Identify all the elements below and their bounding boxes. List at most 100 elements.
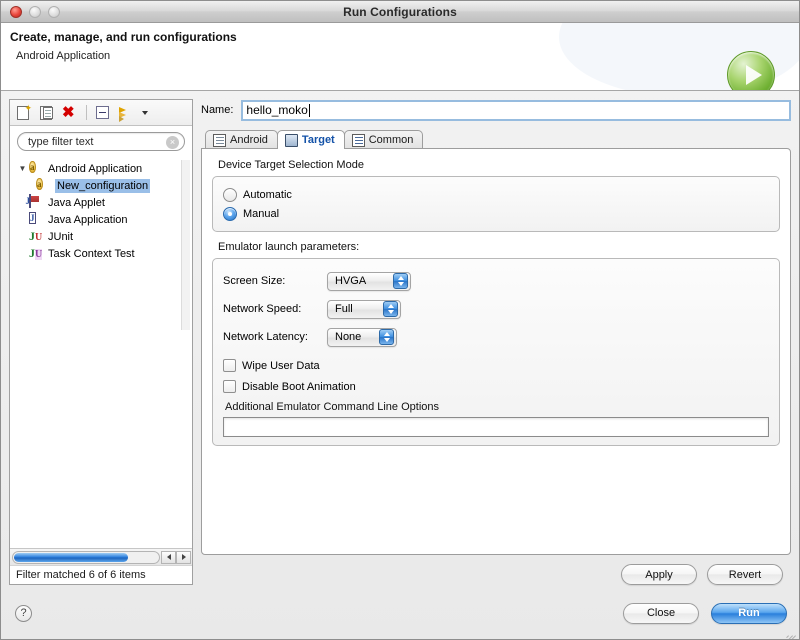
window-controls (10, 5, 60, 18)
clear-search-icon[interactable]: × (166, 136, 179, 149)
stepper-icon[interactable] (379, 329, 394, 345)
run-configurations-dialog: Run Configurations Create, manage, and r… (0, 0, 800, 640)
tree-item-new-configuration[interactable]: a New_configuration (14, 177, 192, 194)
android-tab-icon (213, 133, 226, 147)
tree-item-label: New_configuration (55, 178, 151, 193)
filter-configurations-icon[interactable] (118, 105, 134, 122)
scrollbar-thumb[interactable] (14, 552, 128, 562)
tree-item-label: Java Application (48, 213, 128, 226)
close-window-button[interactable] (10, 5, 22, 18)
tree-item-android-application[interactable]: ▼ a Android Application (14, 160, 192, 177)
screen-size-select[interactable]: HVGA (327, 271, 411, 291)
tree-horizontal-scrollbar[interactable] (10, 548, 192, 565)
apply-button[interactable]: Apply (621, 564, 697, 585)
stepper-icon[interactable] (383, 301, 398, 317)
name-input-value: hello_moko (246, 103, 308, 117)
radio-manual[interactable]: Manual (223, 204, 769, 223)
tree-item-label: JUnit (48, 230, 74, 243)
footer-buttons: Close Run (623, 602, 787, 624)
network-latency-value: None (335, 331, 362, 343)
delete-configuration-icon[interactable]: ✖ (62, 105, 78, 121)
param-screen-size: Screen Size: HVGA (223, 267, 769, 295)
tab-bar: Android Target Common (201, 130, 791, 149)
filter-status-text: Filter matched 6 of 6 items (10, 565, 192, 584)
tab-android[interactable]: Android (205, 130, 278, 149)
expand-twisty-icon[interactable]: ▼ (16, 164, 29, 173)
tab-target[interactable]: Target (276, 130, 345, 149)
network-speed-select[interactable]: Full (327, 299, 401, 319)
configuration-editor: Name: hello_moko Android Target Common D… (201, 99, 791, 585)
checkbox-wipe-user-data[interactable]: Wipe User Data (223, 355, 769, 376)
screen-size-value: HVGA (335, 275, 367, 287)
tree-item-task-context-test[interactable]: JU Task Context Test (14, 245, 192, 262)
configurations-tree[interactable]: ▼ a Android Application a New_configurat… (10, 156, 192, 548)
apply-revert-row: Apply Revert (201, 555, 791, 585)
filter-row: type filter text × (10, 126, 192, 156)
radio-automatic[interactable]: Automatic (223, 185, 769, 204)
stepper-icon[interactable] (393, 273, 408, 289)
help-button[interactable]: ? (15, 604, 32, 622)
scroll-right-button[interactable] (176, 550, 191, 564)
chevron-down-icon[interactable] (142, 110, 148, 115)
checkbox-disable-boot-animation[interactable]: Disable Boot Animation (223, 376, 769, 397)
param-network-latency: Network Latency: None (223, 323, 769, 351)
title-bar: Run Configurations (1, 1, 799, 23)
name-input[interactable]: hello_moko (241, 99, 791, 121)
android-config-icon: a (29, 161, 36, 173)
additional-options-input[interactable] (223, 417, 769, 437)
dialog-header: Create, manage, and run configurations A… (1, 23, 799, 91)
zoom-window-button[interactable] (48, 5, 60, 18)
toolbar-divider (86, 105, 87, 120)
green-run-play-icon (727, 51, 775, 90)
checkbox-indicator[interactable] (223, 359, 236, 372)
tree-item-junit[interactable]: JU JUnit (14, 228, 192, 245)
tree-item-label: Task Context Test (48, 247, 135, 260)
target-tab-panel: Device Target Selection Mode Automatic M… (201, 148, 791, 555)
tree-item-java-applet[interactable]: Java Applet (14, 194, 192, 211)
network-latency-select[interactable]: None (327, 327, 397, 347)
tree-item-label: Java Applet (48, 196, 105, 209)
close-button[interactable]: Close (623, 602, 699, 624)
name-label: Name: (201, 104, 234, 116)
param-label: Screen Size: (223, 275, 286, 287)
dialog-footer: ? Close Run (1, 587, 799, 639)
window-title: Run Configurations (343, 4, 457, 19)
configurations-toolbar: ✦ ✖ (10, 100, 192, 126)
emulator-params-label: Emulator launch parameters: (218, 241, 360, 253)
checkbox-indicator[interactable] (223, 380, 236, 393)
revert-button[interactable]: Revert (707, 564, 783, 585)
collapse-all-icon[interactable] (95, 105, 111, 121)
java-applet-icon (29, 194, 45, 210)
common-tab-icon (351, 133, 365, 147)
search-input[interactable]: type filter text × (17, 132, 185, 151)
additional-options-label: Additional Emulator Command Line Options (225, 401, 440, 413)
target-device-icon (284, 133, 298, 147)
checkbox-label: Wipe User Data (242, 359, 320, 372)
radio-manual-indicator[interactable] (223, 206, 237, 221)
param-label: Network Speed: (223, 303, 302, 315)
tree-vertical-scrollbar[interactable] (181, 160, 190, 330)
minimize-window-button[interactable] (29, 5, 41, 18)
checkbox-label: Disable Boot Animation (242, 380, 356, 393)
emulator-params-group: Screen Size: HVGA Network Speed: Full Ne… (212, 258, 780, 446)
tree-item-java-application[interactable]: J Java Application (14, 211, 192, 228)
search-placeholder: type filter text (28, 135, 94, 148)
java-application-icon: J (29, 212, 36, 224)
tab-common[interactable]: Common (343, 130, 424, 149)
param-network-speed: Network Speed: Full (223, 295, 769, 323)
text-cursor (308, 103, 310, 117)
new-configuration-icon[interactable]: ✦ (16, 103, 32, 121)
scroll-left-button[interactable] (161, 550, 176, 564)
tabs-host: Android Target Common Device Target Sele… (201, 130, 791, 555)
scrollbar-track[interactable] (12, 550, 160, 564)
duplicate-configuration-icon[interactable] (39, 105, 55, 121)
tab-label: Android (230, 134, 268, 146)
radio-label: Automatic (243, 188, 292, 201)
network-speed-value: Full (335, 303, 353, 315)
resize-grip[interactable] (784, 624, 797, 639)
radio-automatic-indicator[interactable] (223, 187, 237, 202)
tree-item-label: Android Application (48, 162, 143, 175)
radio-label: Manual (243, 207, 280, 220)
configurations-panel: ✦ ✖ type filter text × ▼ a Android Appli… (9, 99, 193, 585)
run-button[interactable]: Run (711, 602, 787, 624)
